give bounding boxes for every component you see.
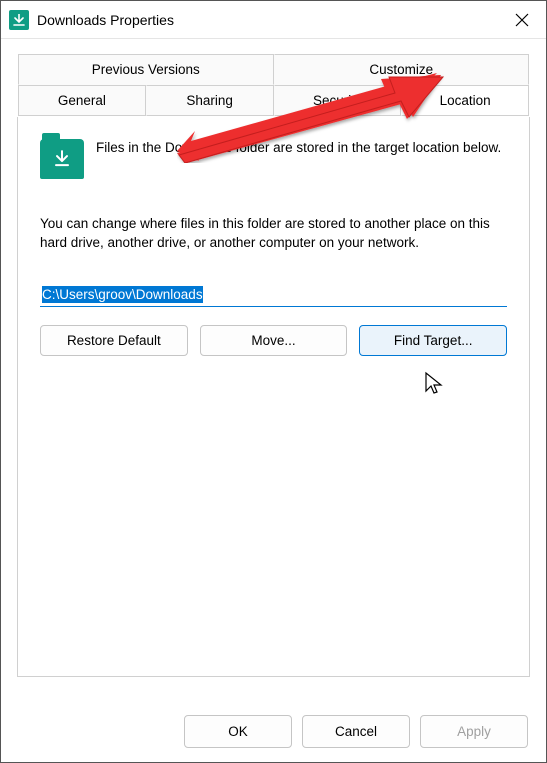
tab-customize[interactable]: Customize [274,54,530,85]
downloads-folder-icon [9,10,29,30]
location-description: Files in the Downloads folder are stored… [96,137,501,157]
restore-default-button[interactable]: Restore Default [40,325,188,356]
apply-button: Apply [420,715,528,748]
location-change-text: You can change where files in this folde… [40,215,507,253]
cancel-button[interactable]: Cancel [302,715,410,748]
cursor-icon [424,371,444,397]
location-panel: Files in the Downloads folder are stored… [17,117,530,677]
tab-sharing[interactable]: Sharing [146,85,274,116]
tab-previous-versions[interactable]: Previous Versions [18,54,274,85]
dialog-content: Previous Versions Customize General Shar… [1,39,546,677]
titlebar: Downloads Properties [1,1,546,39]
tab-container: Previous Versions Customize General Shar… [17,53,530,117]
downloads-folder-large-icon [40,139,84,179]
move-button[interactable]: Move... [200,325,348,356]
window-title: Downloads Properties [37,12,174,28]
find-target-button[interactable]: Find Target... [359,325,507,356]
ok-button[interactable]: OK [184,715,292,748]
close-icon[interactable] [506,4,538,36]
dialog-footer: OK Cancel Apply [184,715,528,748]
tab-location[interactable]: Location [401,85,529,116]
location-path-input[interactable]: C:\Users\groov\Downloads [40,283,507,307]
tab-general[interactable]: General [18,85,146,116]
path-text-selected: C:\Users\groov\Downloads [42,286,203,303]
tab-security[interactable]: Security [274,85,402,116]
